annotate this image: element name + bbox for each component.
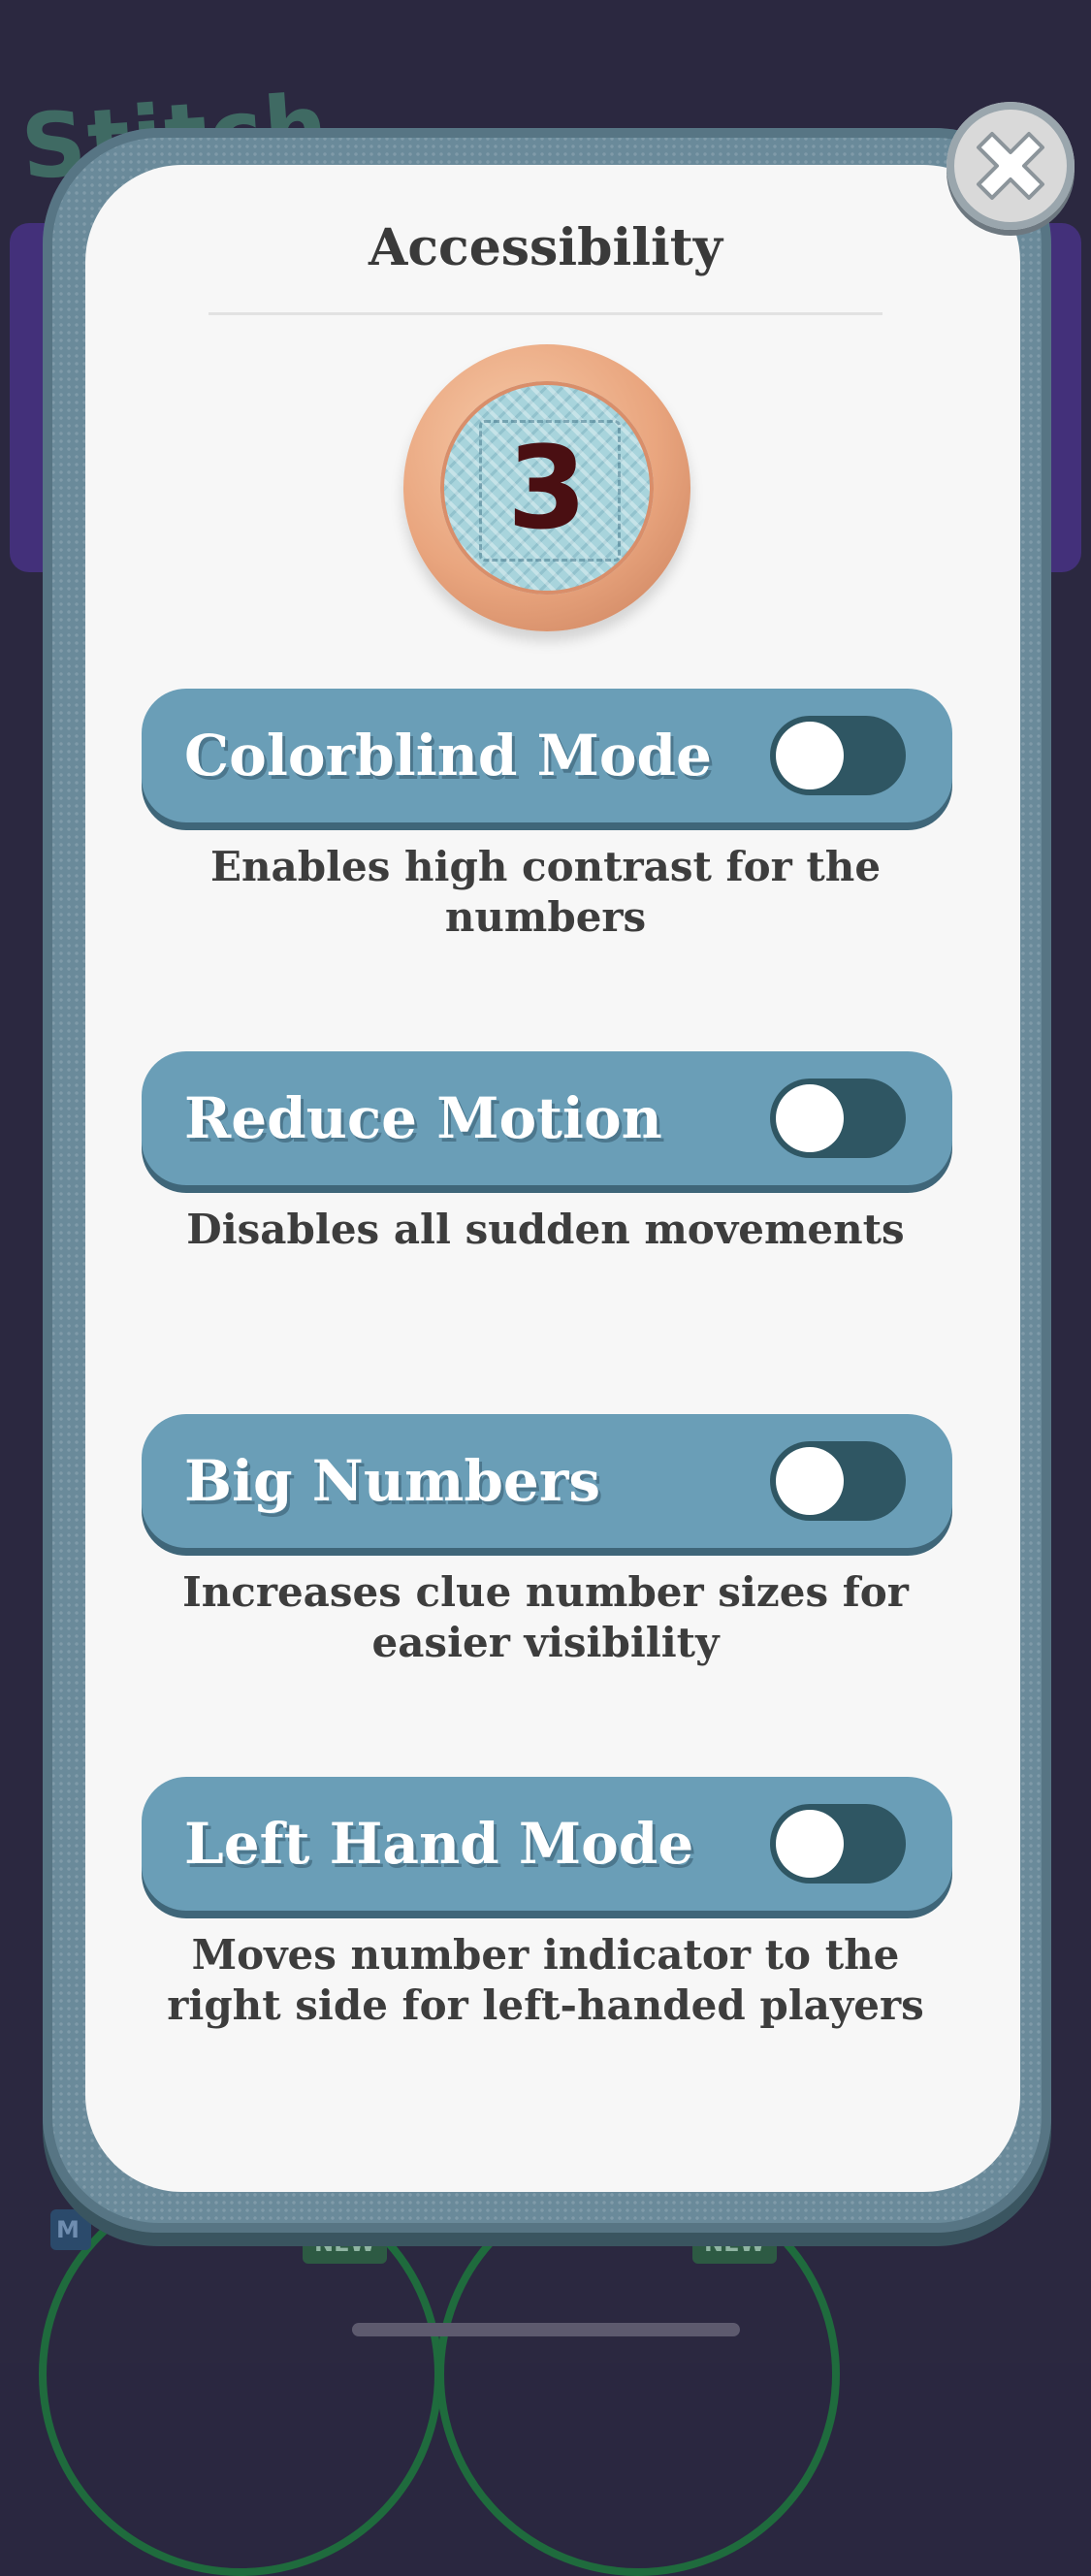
level-badge: 3 <box>403 344 690 631</box>
toggle-knob <box>776 1084 844 1152</box>
background-badge-m: M <box>50 2209 91 2250</box>
setting-label: Left Hand Mode <box>184 1811 694 1877</box>
background-puzzle-ring <box>436 2173 840 2576</box>
close-x-icon <box>977 132 1044 200</box>
title-divider <box>209 312 882 315</box>
modal-title: Accessibility <box>369 218 722 277</box>
colorblind-mode-toggle[interactable] <box>770 716 906 795</box>
toggle-knob <box>776 1810 844 1878</box>
colorblind-mode-row[interactable]: Colorblind Mode <box>142 689 952 822</box>
home-indicator <box>352 2323 740 2336</box>
big-numbers-row[interactable]: Big Numbers <box>142 1414 952 1548</box>
setting-description: Increases clue number sizes for easier v… <box>182 1568 909 1666</box>
reduce-motion-row[interactable]: Reduce Motion <box>142 1051 952 1185</box>
reduce-motion-toggle[interactable] <box>770 1079 906 1158</box>
close-button[interactable] <box>947 102 1075 230</box>
setting-description: Moves number indicator to the right side… <box>167 1931 924 2029</box>
left-hand-mode-toggle[interactable] <box>770 1804 906 1884</box>
setting-label: Reduce Motion <box>184 1085 662 1151</box>
level-number: 3 <box>506 421 588 555</box>
left-hand-mode-row[interactable]: Left Hand Mode <box>142 1777 952 1911</box>
toggle-knob <box>776 722 844 789</box>
setting-description: Enables high contrast for the numbers <box>209 843 882 941</box>
big-numbers-toggle[interactable] <box>770 1441 906 1521</box>
toggle-knob <box>776 1447 844 1515</box>
setting-label: Big Numbers <box>184 1448 601 1514</box>
setting-label: Colorblind Mode <box>184 723 713 789</box>
level-badge-pattern: 3 <box>440 381 654 595</box>
setting-description: Disables all sudden movements <box>186 1206 905 1253</box>
